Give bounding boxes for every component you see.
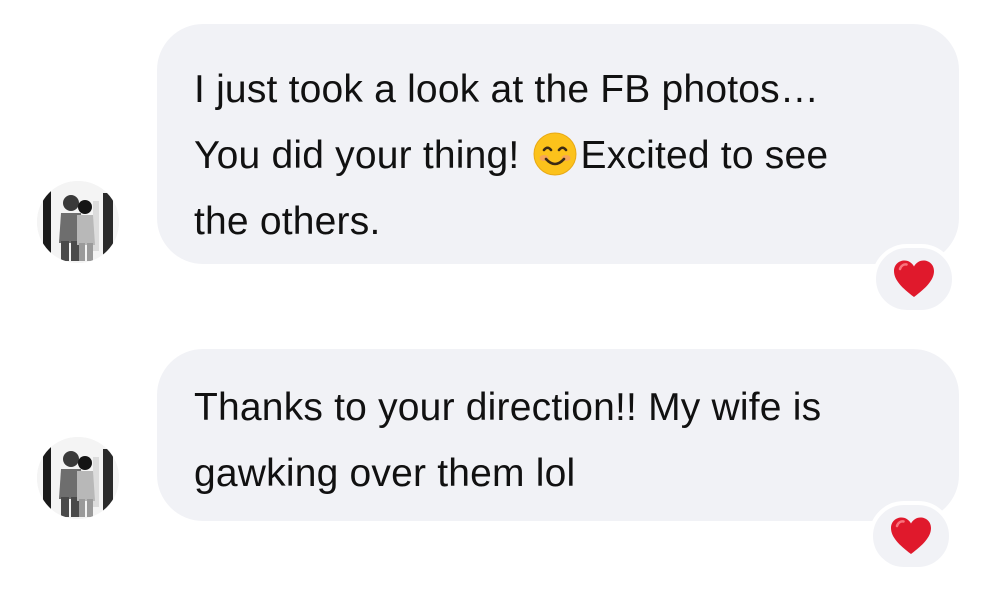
avatar-photo [37,437,119,519]
heart-reaction[interactable] [872,244,956,314]
avatar-photo [37,181,119,263]
message-row: Thanks to your direction!! My wife is ga… [0,320,982,596]
message-line: I just took a look at the FB photos… [194,68,820,111]
message-line: the others. [194,200,381,243]
message-line: Thanks to your direction!! My wife is [194,386,822,429]
message-fragment: Excited to see [580,134,829,177]
heart-icon [891,517,931,554]
message-bubble[interactable]: Thanks to your direction!! My wife is ga… [157,349,959,521]
contact-avatar[interactable] [37,181,119,263]
message-line: You did your thing! Excited to see [194,123,929,189]
message-line: gawking over them lol [194,452,576,495]
contact-avatar[interactable] [37,437,119,519]
message-text: Thanks to your direction!! My wife is ga… [194,375,929,507]
message-bubble[interactable]: I just took a look at the FB photos… You… [157,24,959,264]
smiling-face-emoji-icon [532,131,578,177]
message-text: I just took a look at the FB photos… You… [194,57,929,255]
message-row: I just took a look at the FB photos… You… [0,0,982,320]
heart-icon [894,260,934,297]
heart-reaction[interactable] [869,501,953,571]
message-fragment: You did your thing! [194,134,520,177]
